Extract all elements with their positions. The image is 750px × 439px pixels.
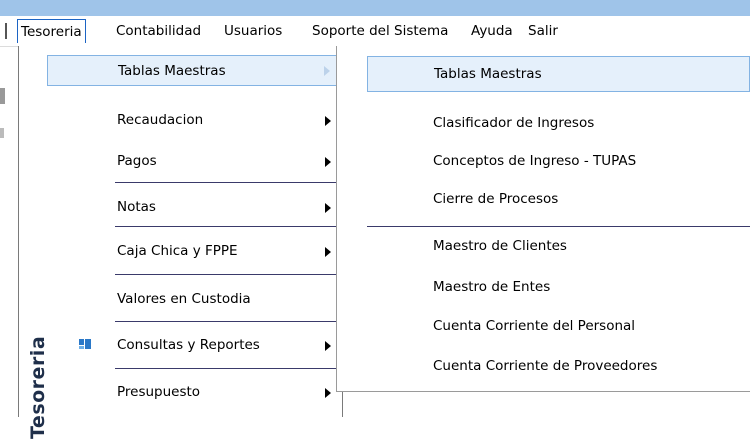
submenu-item-maestro-de-clientes[interactable]: Maestro de Clientes	[337, 235, 750, 259]
menu-item-caja-chica[interactable]: Caja Chica y FPPE	[47, 239, 343, 265]
submenu-item-tablas-maestras[interactable]: Tablas Maestras	[367, 56, 750, 92]
submenu-item-label: Conceptos de Ingreso - TUPAS	[433, 153, 637, 169]
menu-ayuda[interactable]: Ayuda	[471, 22, 513, 41]
submenu-separator	[367, 226, 750, 227]
menu-item-valores-en-custodia[interactable]: Valores en Custodia	[47, 287, 343, 313]
submenu-item-label: Tablas Maestras	[434, 66, 542, 82]
submenu-item-cuenta-corriente-de-proveedores[interactable]: Cuenta Corriente de Proveedores	[337, 355, 750, 379]
submenu-arrow-icon	[324, 66, 330, 76]
menu-separator	[115, 274, 342, 275]
submenu-item-label: Cierre de Procesos	[433, 191, 559, 207]
background-toolbar-fragment	[0, 88, 5, 104]
menu-usuarios[interactable]: Usuarios	[224, 22, 282, 41]
menu-item-label: Valores en Custodia	[117, 291, 251, 307]
menu-item-recaudacion[interactable]: Recaudacion	[47, 108, 343, 134]
submenu-item-maestro-de-entes[interactable]: Maestro de Entes	[337, 276, 750, 300]
submenu-arrow-icon	[325, 157, 331, 167]
submenu-item-label: Cuenta Corriente de Proveedores	[433, 358, 658, 374]
submenu-item-label: Maestro de Entes	[433, 279, 551, 295]
menu-item-label: Presupuesto	[117, 384, 201, 400]
menu-item-label: Notas	[117, 199, 156, 215]
menu-separator	[115, 321, 342, 322]
submenu-arrow-icon	[325, 341, 331, 351]
menu-contabilidad[interactable]: Contabilidad	[116, 22, 201, 41]
menu-item-label: Recaudacion	[117, 112, 204, 128]
submenu-arrow-icon	[325, 247, 331, 257]
menu-bar: Tesoreria Contabilidad Usuarios Soporte …	[0, 16, 750, 47]
menu-item-consultas-y-reportes[interactable]: Consultas y Reportes	[47, 333, 343, 359]
menu-separator	[115, 226, 342, 227]
menu-item-notas[interactable]: Notas	[47, 195, 343, 221]
menu-tesoreria[interactable]: Tesoreria	[17, 19, 86, 43]
submenu-arrow-icon	[325, 388, 331, 398]
menu-item-pagos[interactable]: Pagos	[47, 149, 343, 175]
menu-item-label: Tablas Maestras	[118, 63, 226, 79]
submenu-item-cuenta-corriente-del-personal[interactable]: Cuenta Corriente del Personal	[337, 315, 750, 339]
submenu-item-cierre-de-procesos[interactable]: Cierre de Procesos	[337, 188, 750, 212]
menu-side-band: Tesoreria	[19, 46, 49, 439]
menu-item-label: Consultas y Reportes	[117, 337, 260, 353]
submenu-arrow-icon	[325, 116, 331, 126]
menu-salir[interactable]: Salir	[528, 22, 558, 41]
menu-soporte-del-sistema[interactable]: Soporte del Sistema	[312, 22, 448, 41]
submenu-item-label: Maestro de Clientes	[433, 238, 567, 254]
tablas-maestras-submenu: Tablas Maestras Clasificador de Ingresos…	[336, 46, 750, 392]
menu-item-presupuesto[interactable]: Presupuesto	[47, 380, 343, 406]
menu-item-label: Caja Chica y FPPE	[117, 243, 238, 259]
background-toolbar-fragment	[0, 128, 4, 138]
window-title-bar	[0, 0, 750, 16]
submenu-item-clasificador-de-ingresos[interactable]: Clasificador de Ingresos	[337, 112, 750, 136]
submenu-item-conceptos-de-ingreso[interactable]: Conceptos de Ingreso - TUPAS	[337, 150, 750, 174]
menu-item-label: Pagos	[117, 153, 157, 169]
submenu-arrow-icon	[325, 203, 331, 213]
submenu-item-label: Cuenta Corriente del Personal	[433, 318, 636, 334]
menu-separator	[115, 368, 342, 369]
menu-separator	[115, 182, 342, 183]
menu-item-tablas-maestras[interactable]: Tablas Maestras	[47, 55, 343, 86]
tesoreria-dropdown: Tesoreria Tablas Maestras Recaudacion Pa…	[18, 46, 343, 439]
submenu-item-label: Clasificador de Ingresos	[433, 115, 595, 131]
menu-bar-edge	[5, 23, 7, 39]
